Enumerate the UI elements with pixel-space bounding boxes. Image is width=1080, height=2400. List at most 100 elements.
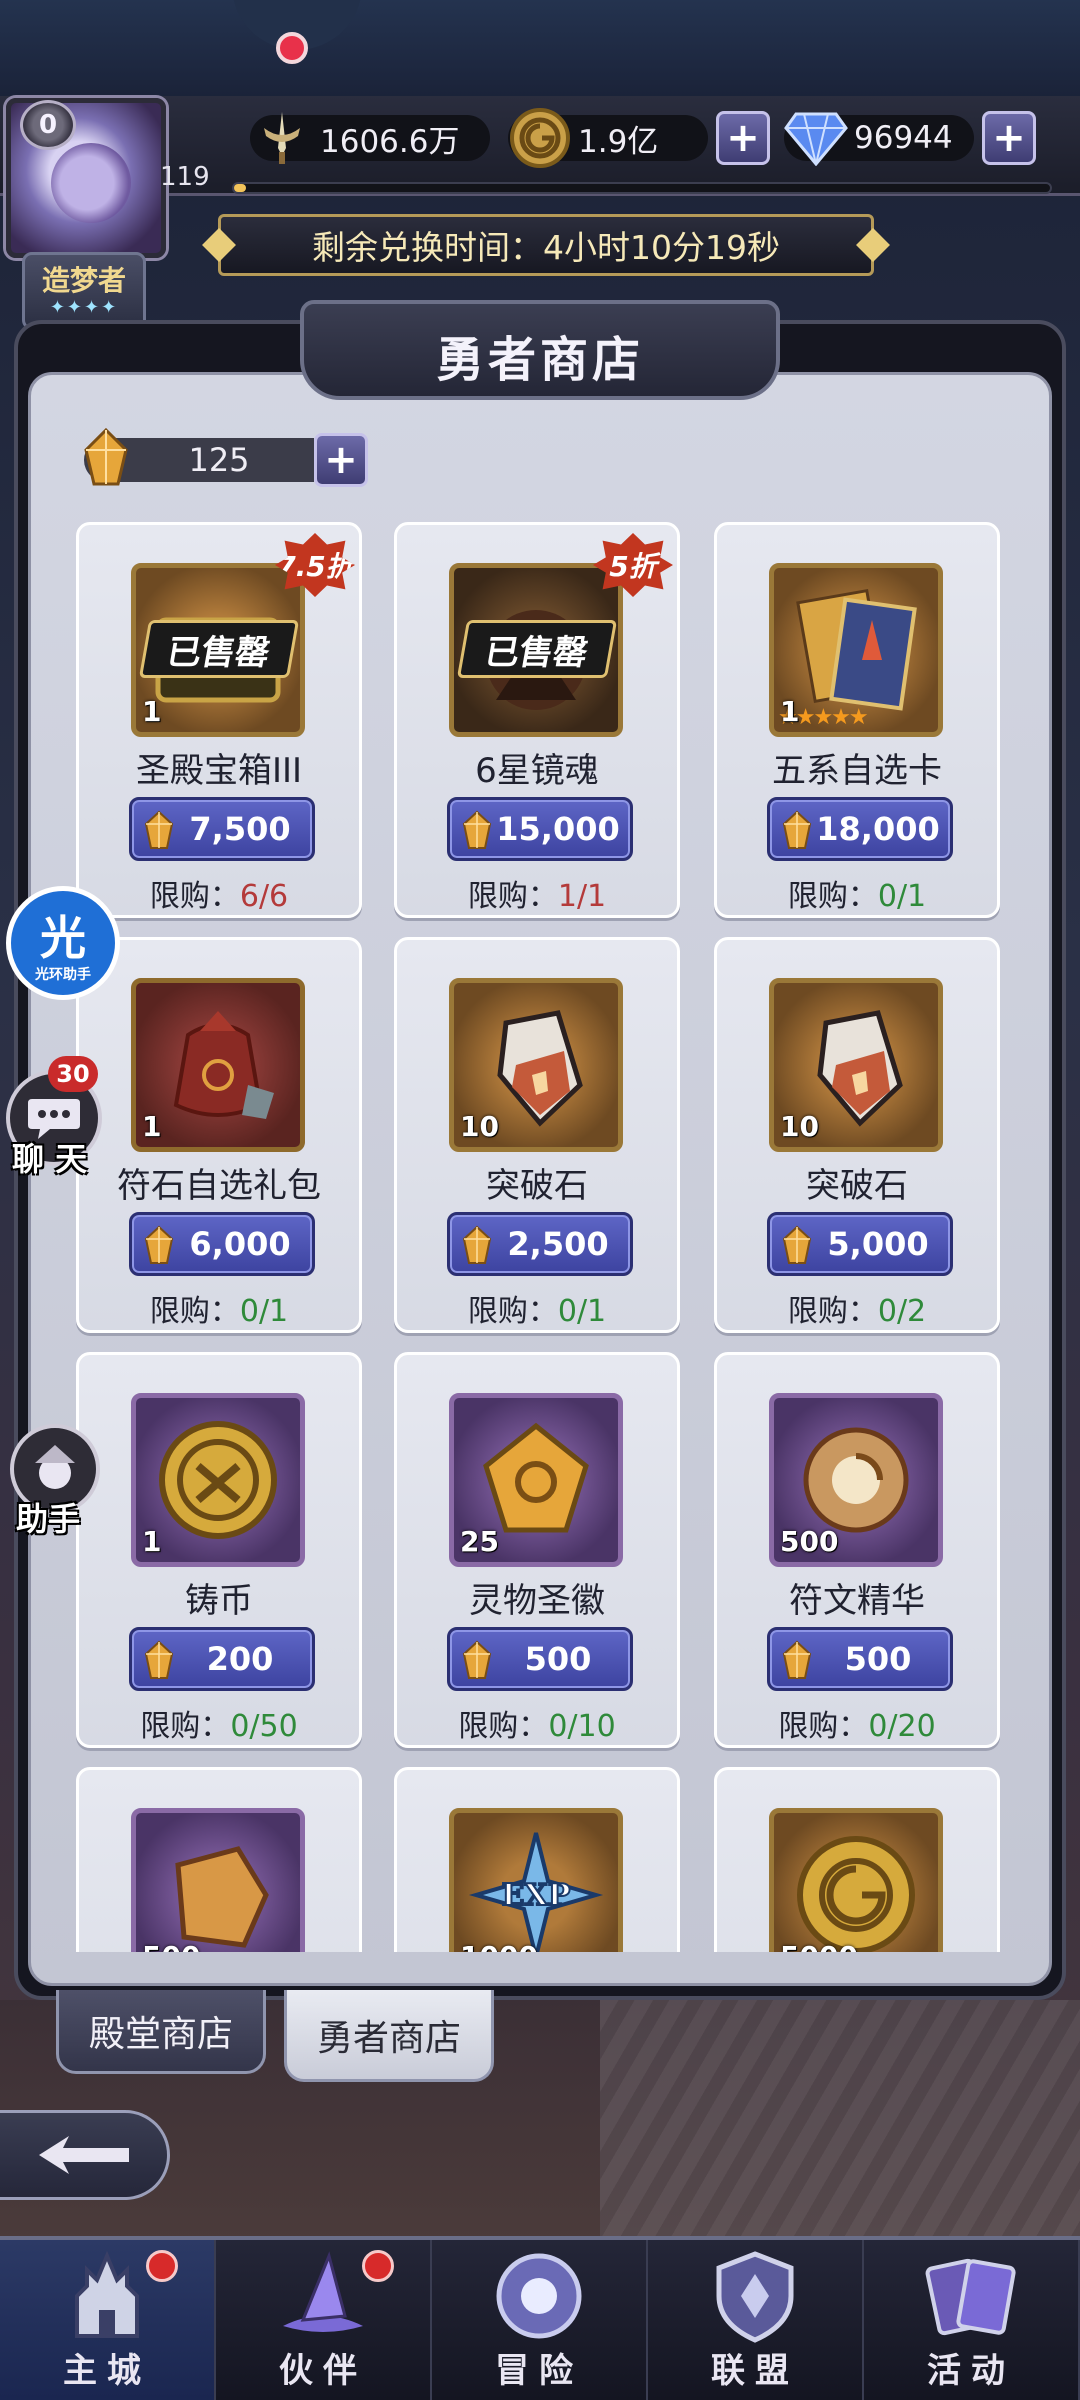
add-gold-button[interactable]: + — [716, 111, 770, 165]
hat-icon — [268, 2241, 378, 2351]
portal-icon — [484, 2241, 594, 2351]
buy-button[interactable]: 500 — [767, 1627, 953, 1691]
gold-coin-icon — [774, 1813, 938, 1952]
chat-unread-badge: 30 — [48, 1056, 98, 1092]
shop-item-icon-frame: 5000 — [769, 1808, 943, 1952]
item-name: 符文精华 — [789, 1581, 925, 1621]
buy-button[interactable]: 15,000 — [447, 797, 633, 861]
purchase-limit-value: 0/50 — [230, 1709, 298, 1744]
nav-item-0[interactable]: 主城 — [0, 2240, 216, 2400]
hero-token-icon — [780, 1225, 814, 1265]
exchange-timer: 剩余兑换时间：4小时10分19秒 — [218, 214, 874, 276]
item-price: 500 — [524, 1640, 592, 1678]
shop-item-icon-frame: 1 — [131, 1393, 305, 1567]
aura-assistant-button[interactable]: 光 光环助手 — [6, 886, 120, 1000]
nav-label: 伙伴 — [279, 2351, 367, 2391]
back-button[interactable] — [0, 2110, 170, 2200]
diamond-icon — [784, 106, 848, 170]
shop-grid-viewport[interactable]: 已售罄 1 7.5折 圣殿宝箱III 7,500 限购：6/6 已售罄 5折 6星镜魂 15,00… — [28, 372, 1052, 1952]
buy-button[interactable]: 2,500 — [447, 1212, 633, 1276]
shop-item-icon-frame: 500 — [769, 1393, 943, 1567]
shop-item-icon-frame: 已售罄 1 — [131, 563, 305, 737]
shop-item-icon-frame: ★★★★★ 1 — [769, 563, 943, 737]
item-quantity: 25 — [460, 1525, 499, 1558]
shop-item-card[interactable]: 已售罄 5折 6星镜魂 15,000 限购：1/1 — [394, 522, 680, 918]
purchase-limit-label: 限购： — [778, 1709, 869, 1744]
purchase-limit: 限购：0/1 — [79, 1286, 359, 1330]
item-price: 2,500 — [507, 1225, 609, 1263]
shop-item-card[interactable]: 1 符石自选礼包 6,000 限购：0/1 — [76, 937, 362, 1333]
item-quantity: 1 — [142, 695, 162, 728]
add-diamond-button[interactable]: + — [982, 111, 1036, 165]
nav-notification-dot — [146, 2250, 178, 2282]
roof-decoration — [600, 2000, 1080, 2240]
tab-hall-shop[interactable]: 殿堂商店 — [56, 1990, 266, 2074]
buy-button[interactable]: 200 — [129, 1627, 315, 1691]
rune-stone-icon — [136, 1813, 300, 1952]
hero-token-icon — [460, 1225, 494, 1265]
hero-token-icon — [142, 1640, 176, 1680]
item-name: 突破石 — [486, 1166, 588, 1206]
nav-item-1[interactable]: 伙伴 — [216, 2240, 432, 2400]
shop-item-card[interactable]: 500 — [76, 1767, 362, 1952]
purchase-limit-label: 限购： — [467, 879, 558, 914]
item-quantity: 1000 — [460, 1940, 538, 1952]
purchase-limit-value: 1/1 — [557, 879, 607, 914]
nav-item-3[interactable]: 联盟 — [648, 2240, 864, 2400]
shop-item-card[interactable]: 5000 — [714, 1767, 1000, 1952]
tab-hero-shop[interactable]: 勇者商店 — [284, 1990, 494, 2082]
hero-token-icon — [142, 810, 176, 850]
item-quantity: 1 — [142, 1525, 162, 1558]
shop-item-card[interactable]: EXP 1000 — [394, 1767, 680, 1952]
purchase-limit-label: 限购： — [458, 1709, 549, 1744]
shop-item-icon-frame: 500 — [131, 1808, 305, 1952]
power-display: 1606.6万 — [250, 110, 490, 166]
buy-button[interactable]: 18,000 — [767, 797, 953, 861]
shop-item-card[interactable]: 500 符文精华 500 限购：0/20 — [714, 1352, 1000, 1748]
exp-icon: EXP — [454, 1813, 618, 1952]
exp-bar — [232, 182, 1052, 194]
shop-item-card[interactable]: 1 铸币 200 限购：0/50 — [76, 1352, 362, 1748]
purchase-limit: 限购：0/10 — [397, 1701, 677, 1745]
hero-token-icon — [460, 810, 494, 850]
item-price: 5,000 — [827, 1225, 929, 1263]
hero-token-icon — [460, 1640, 494, 1680]
shop-item-card[interactable]: 10 突破石 2,500 限购：0/1 — [394, 937, 680, 1333]
purchase-limit: 限购：0/1 — [717, 871, 997, 915]
item-name: 灵物圣徽 — [469, 1581, 605, 1621]
hero-token-icon — [780, 810, 814, 850]
item-quantity: 500 — [142, 1940, 200, 1952]
player-title-badge[interactable]: 造梦者 ✦✦✦✦ — [22, 252, 146, 330]
item-name: 圣殿宝箱III — [135, 751, 303, 791]
nav-item-2[interactable]: 冒险 — [432, 2240, 648, 2400]
buy-button[interactable]: 7,500 — [129, 797, 315, 861]
sky-background — [0, 0, 1080, 100]
castle-icon — [52, 2241, 162, 2351]
discount-badge: 7.5折 — [275, 533, 355, 597]
avatar-portrait — [51, 143, 131, 223]
buy-button[interactable]: 500 — [447, 1627, 633, 1691]
shop-item-card[interactable]: 已售罄 1 7.5折圣殿宝箱III 7,500 限购：6/6 — [76, 522, 362, 918]
purchase-limit-label: 限购： — [149, 879, 240, 914]
item-price: 18,000 — [816, 810, 940, 848]
shop-item-icon-frame: 10 — [449, 978, 623, 1152]
buy-button[interactable]: 5,000 — [767, 1212, 953, 1276]
helper-label: 助手 — [16, 1500, 81, 1538]
buy-button[interactable]: 6,000 — [129, 1212, 315, 1276]
item-quantity: 1 — [780, 695, 800, 728]
shop-item-card[interactable]: 10 突破石 5,000 限购：0/2 — [714, 937, 1000, 1333]
item-price: 7,500 — [189, 810, 291, 848]
purchase-limit: 限购：0/50 — [79, 1701, 359, 1745]
purchase-limit-value: 6/6 — [239, 879, 289, 914]
shop-item-icon-frame: EXP 1000 — [449, 1808, 623, 1952]
chat-label: 聊 天 — [12, 1140, 88, 1178]
purchase-limit-label: 限购： — [787, 879, 878, 914]
purchase-limit: 限购：0/1 — [397, 1286, 677, 1330]
purchase-limit: 限购：0/20 — [717, 1701, 997, 1745]
shop-item-card[interactable]: 25 灵物圣徽 500 限购：0/10 — [394, 1352, 680, 1748]
shop-item-card[interactable]: ★★★★★ 1 五系自选卡 18,000 限购：0/1 — [714, 522, 1000, 918]
exp-bar-fill — [234, 184, 247, 192]
player-level: 119 — [160, 162, 210, 192]
nav-item-4[interactable]: 活动 — [864, 2240, 1080, 2400]
item-name: 突破石 — [806, 1166, 908, 1206]
